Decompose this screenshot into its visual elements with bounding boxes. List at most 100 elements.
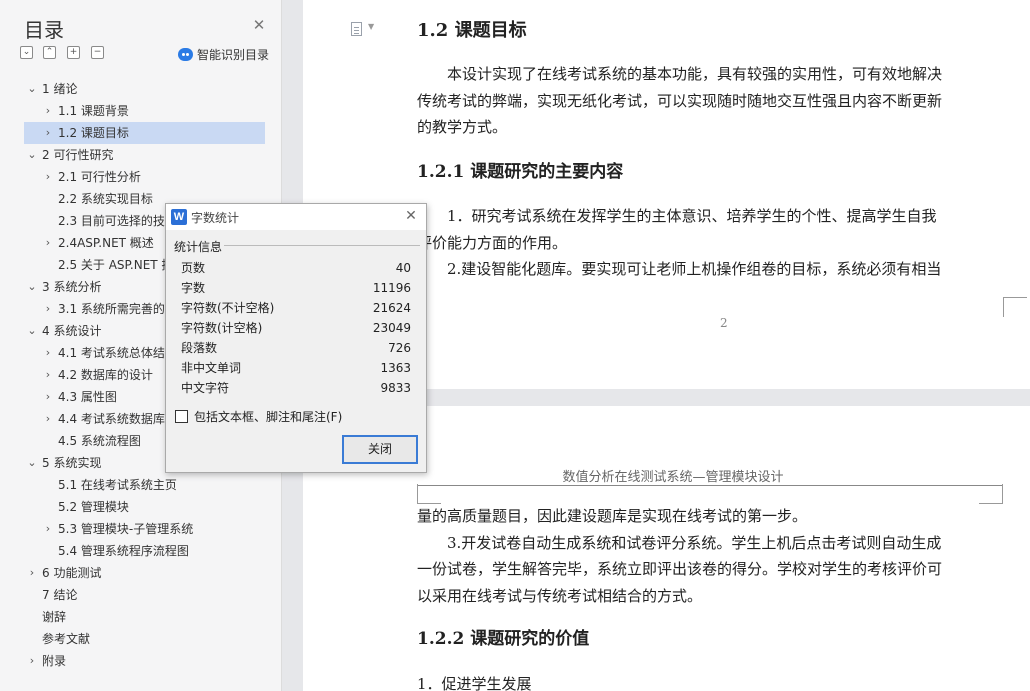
checkbox-label: 包括文本框、脚注和尾注(F) xyxy=(194,410,343,424)
group-divider xyxy=(224,245,420,246)
word-count-dialog: W 字数统计 ✕ 统计信息 页数 40 字数 11196 字符数(不计空格) 21624 字… xyxy=(165,203,427,473)
ai-robot-icon xyxy=(178,47,193,61)
stat-label: 非中文单词 xyxy=(181,361,242,375)
toc-item-label: 1.2 课题目标 xyxy=(58,126,129,140)
stat-value: 40 xyxy=(395,261,411,275)
chevron-right-icon[interactable]: › xyxy=(42,408,54,430)
stat-value: 23049 xyxy=(372,321,411,335)
toc-item[interactable]: ⌄ 2 可行性研究 xyxy=(24,144,274,166)
toc-item[interactable]: › 6 功能测试 xyxy=(24,562,274,584)
chevron-down-icon[interactable]: ⌄ xyxy=(26,320,38,342)
text-line: 量的高质量题目，因此建设题库是实现在线考试的第一步。 xyxy=(417,507,808,525)
paragraph: 1．研究考试系统在发挥学生的主体意识、培养学生的个性、提高学生自我 评价能力方面… xyxy=(417,203,1007,283)
chevron-right-icon[interactable]: › xyxy=(42,232,54,254)
include-textbox-checkbox[interactable]: 包括文本框、脚注和尾注(F) xyxy=(175,408,342,425)
toc-item-label: 2.2 系统实现目标 xyxy=(58,192,153,206)
toc-item-label: 1 绪论 xyxy=(42,82,78,96)
smart-toc-button[interactable]: 智能识别目录 xyxy=(178,45,269,63)
wps-writer-icon: W xyxy=(171,209,187,225)
stat-row: 字数 11196 xyxy=(181,278,411,298)
toc-item-label: 参考文献 xyxy=(42,632,91,646)
toc-item[interactable]: 5.2 管理模块 xyxy=(24,496,274,518)
chevron-down-icon[interactable]: ⌄ xyxy=(26,452,38,474)
chevron-down-icon[interactable]: ▼ xyxy=(368,22,374,31)
chevron-down-icon[interactable]: ⌄ xyxy=(26,144,38,166)
toc-item-label: 3 系统分析 xyxy=(42,280,102,294)
toc-item[interactable]: ⌄ 1 绪论 xyxy=(24,78,274,100)
stat-value: 1363 xyxy=(380,361,411,375)
chevron-right-icon[interactable]: › xyxy=(42,166,54,188)
toc-item-label: 5.4 管理系统程序流程图 xyxy=(58,544,189,558)
stat-label: 字符数(计空格) xyxy=(181,321,263,335)
toc-item-label: 5.1 在线考试系统主页 xyxy=(58,478,177,492)
toc-item-label: 6 功能测试 xyxy=(42,566,102,580)
stats-group-label: 统计信息 xyxy=(174,240,223,254)
paragraph: 量的高质量题目，因此建设题库是实现在线考试的第一步。 3.开发试卷自动生成系统和… xyxy=(417,503,1007,609)
close-icon[interactable]: ✕ xyxy=(251,17,267,33)
header-rule xyxy=(417,485,1003,486)
expand-all-icon[interactable]: ⌄ xyxy=(20,46,33,59)
heading-1-2-2: 1.2.2 课题研究的价值 xyxy=(417,629,590,649)
toc-item[interactable]: › 2.1 可行性分析 xyxy=(24,166,274,188)
toc-item-label: 7 结论 xyxy=(42,588,78,602)
add-level-icon[interactable]: + xyxy=(67,46,80,59)
text-line: 传统考试的弊端，实现无纸化考试，可以实现随时随地交互性强且内容不断更新 xyxy=(417,91,943,110)
chevron-down-icon[interactable]: ⌄ xyxy=(26,276,38,298)
stat-row: 字符数(计空格) 23049 xyxy=(181,318,411,338)
text-line: 本设计实现了在线考试系统的基本功能，具有较强的实用性，可有效地解决 xyxy=(417,65,943,83)
remove-level-icon[interactable]: − xyxy=(91,46,104,59)
toc-title: 目录 xyxy=(24,18,64,42)
close-icon[interactable]: ✕ xyxy=(403,208,419,224)
chevron-right-icon[interactable]: › xyxy=(42,364,54,386)
text-line: 以采用在线考试与传统考试相结合的方式。 xyxy=(417,586,703,605)
toc-item-label: 5.3 管理模块-子管理系统 xyxy=(58,522,194,536)
chevron-right-icon[interactable]: › xyxy=(42,386,54,408)
toc-item[interactable]: › 1.2 课题目标 xyxy=(24,122,265,144)
margin-corner-mark xyxy=(979,484,1003,504)
paragraph: 本设计实现了在线考试系统的基本功能，具有较强的实用性，可有效地解决 传统考试的弊… xyxy=(417,61,1007,141)
chevron-right-icon[interactable]: › xyxy=(26,650,38,672)
toc-item-label: 5 系统实现 xyxy=(42,456,102,470)
text-line: 3.开发试卷自动生成系统和试卷评分系统。学生上机后点击考试则自动生成 xyxy=(417,533,942,552)
chevron-right-icon[interactable]: › xyxy=(42,100,54,122)
toc-item[interactable]: 7 结论 xyxy=(24,584,274,606)
close-button[interactable]: 关闭 xyxy=(342,435,418,464)
stat-label: 中文字符 xyxy=(181,381,230,395)
text-line: 的教学方式。 xyxy=(417,118,508,136)
toc-item[interactable]: 5.1 在线考试系统主页 xyxy=(24,474,274,496)
heading-1-2-1: 1.2.1 课题研究的主要内容 xyxy=(417,162,624,182)
stat-value: 21624 xyxy=(372,301,411,315)
toc-item-label: 4.1 考试系统总体结构 xyxy=(58,346,177,360)
chevron-right-icon[interactable]: › xyxy=(42,298,54,320)
toc-item-label: 2.4ASP.NET 概述 xyxy=(58,236,154,250)
stat-value: 9833 xyxy=(380,381,411,395)
dialog-title: 字数统计 xyxy=(191,211,240,225)
toc-item[interactable]: › 1.1 课题背景 xyxy=(24,100,274,122)
margin-corner-mark xyxy=(417,484,441,504)
stat-label: 页数 xyxy=(181,261,206,275)
chevron-down-icon[interactable]: ⌄ xyxy=(26,78,38,100)
page-number: 2 xyxy=(720,316,728,330)
collapse-all-icon[interactable]: ⌃ xyxy=(43,46,56,59)
toc-item-label: 1.1 课题背景 xyxy=(58,104,129,118)
toc-item[interactable]: › 附录 xyxy=(24,650,274,672)
document-icon[interactable] xyxy=(351,22,362,36)
chevron-right-icon[interactable]: › xyxy=(42,518,54,540)
stat-value: 11196 xyxy=(372,281,411,295)
chevron-right-icon[interactable]: › xyxy=(26,562,38,584)
margin-corner-mark xyxy=(1003,297,1027,317)
chevron-right-icon[interactable]: › xyxy=(42,342,54,364)
text-line: 一份试卷，学生解答完毕，系统立即评出该卷的得分。学校对学生的考核评价可 xyxy=(417,560,943,578)
dialog-titlebar[interactable]: W 字数统计 ✕ xyxy=(166,204,426,230)
chevron-right-icon[interactable]: › xyxy=(42,122,54,144)
toc-item[interactable]: 谢辞 xyxy=(24,606,274,628)
toc-item[interactable]: 参考文献 xyxy=(24,628,274,650)
toc-item[interactable]: 5.4 管理系统程序流程图 xyxy=(24,540,274,562)
stat-row: 中文字符 9833 xyxy=(181,378,411,398)
checkbox-box[interactable] xyxy=(175,410,188,423)
text-line: 评价能力方面的作用。 xyxy=(417,233,568,252)
toc-item-label: 4 系统设计 xyxy=(42,324,102,338)
stat-row: 非中文单词 1363 xyxy=(181,358,411,378)
text-line: 2.建设智能化题库。要实现可让老师上机操作组卷的目标，系统必须有相当 xyxy=(417,260,942,278)
toc-item[interactable]: › 5.3 管理模块-子管理系统 xyxy=(24,518,274,540)
